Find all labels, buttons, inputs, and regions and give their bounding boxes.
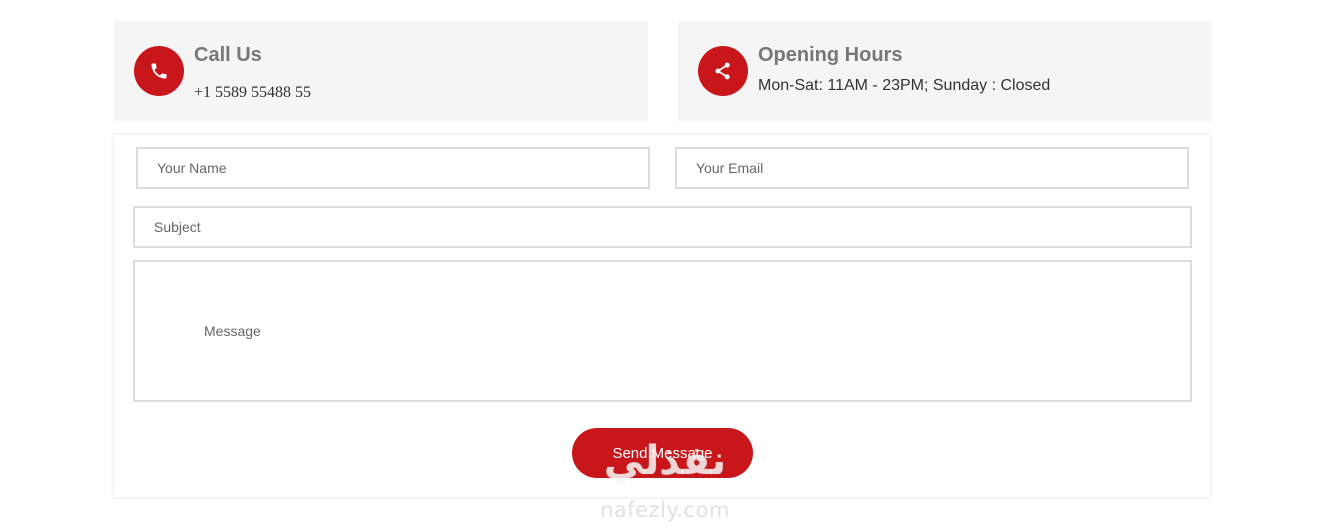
message-textarea[interactable] [133, 260, 1192, 402]
phone-number: +1 5589 55488 55 [194, 84, 312, 101]
name-input[interactable] [136, 147, 650, 189]
phone-icon-glyph [151, 63, 167, 79]
phone-icon [134, 46, 184, 96]
contact-form: Message Send Message [114, 135, 1210, 497]
call-us-title: Call Us [194, 44, 262, 66]
opening-hours-text: Mon-Sat: 11AM - 23PM; Sunday : Closed [758, 77, 1051, 94]
share-icon [698, 46, 748, 96]
watermark-url: nafezly.com [600, 498, 730, 522]
opening-hours-title: Opening Hours [758, 44, 903, 66]
opening-hours-box: Opening Hours Mon-Sat: 11AM - 23PM; Sund… [678, 21, 1212, 121]
call-us-box: Call Us +1 5589 55488 55 [114, 21, 648, 121]
contact-page: Call Us +1 5589 55488 55 Opening Hours M… [0, 0, 1331, 526]
send-message-button[interactable]: Send Message [572, 428, 753, 478]
share-icon-glyph [715, 62, 730, 80]
subject-input[interactable] [133, 206, 1192, 248]
email-input[interactable] [675, 147, 1189, 189]
